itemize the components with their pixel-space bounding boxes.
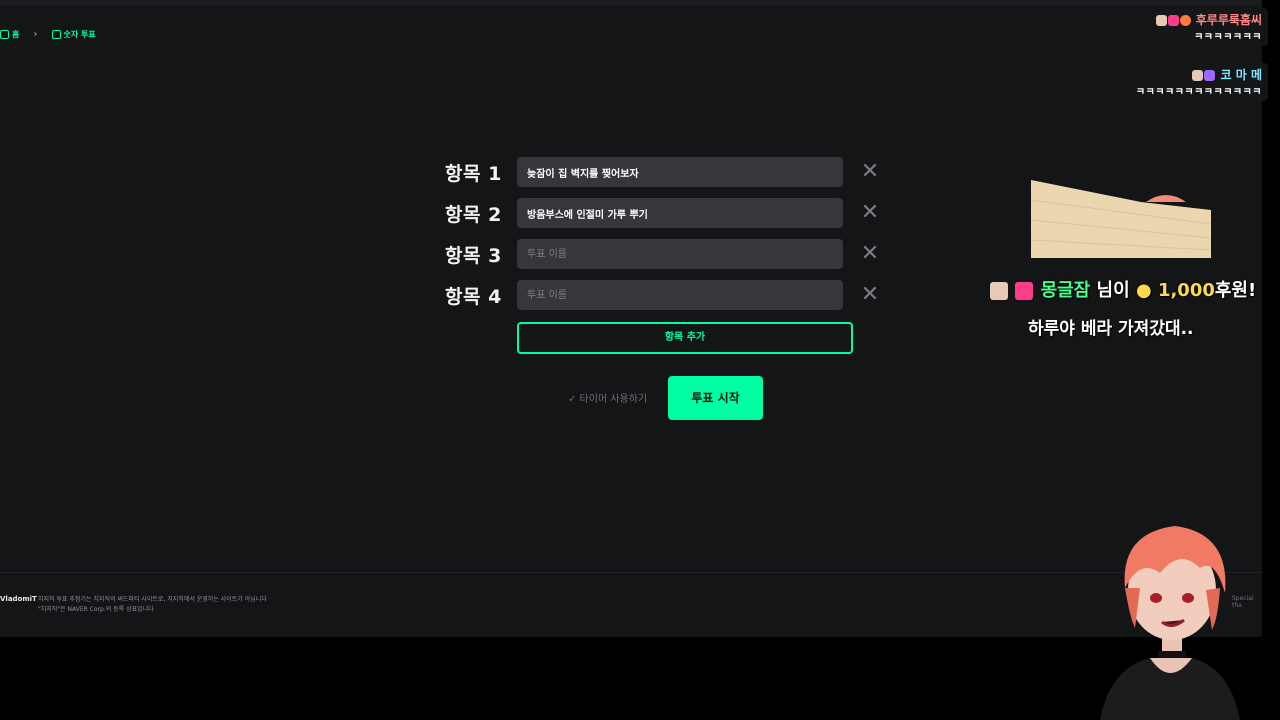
top-border bbox=[0, 0, 1262, 5]
chat-text: ㅋㅋㅋㅋㅋㅋㅋ bbox=[1194, 32, 1262, 43]
add-item-button[interactable]: 항목 추가 bbox=[517, 322, 853, 354]
chat-nick-text: 코 마 메 bbox=[1220, 68, 1262, 82]
timer-checkbox[interactable]: ✓ 타이머 사용하기 bbox=[568, 390, 647, 405]
donation-amount: 1,000 bbox=[1157, 280, 1215, 301]
chat-nick: 후루루룩홈씨 bbox=[1155, 11, 1262, 28]
footer-line-1: 치지직 투표 추첨기는 치지직의 써드파티 사이트로, 치지직에서 운영하는 사… bbox=[38, 596, 267, 603]
badge-icon bbox=[990, 282, 1008, 300]
chat-bubble: 후루루룩홈씨 ㅋㅋㅋㅋㅋㅋㅋ bbox=[1149, 8, 1268, 46]
start-vote-button[interactable]: 투표 시작 bbox=[668, 376, 763, 420]
heart-icon bbox=[1015, 282, 1034, 300]
breadcrumb-current-label: 숫자 투표 bbox=[63, 30, 96, 39]
donation-unit: 후원! bbox=[1214, 280, 1257, 301]
donation-suffix: 님이 bbox=[1096, 280, 1130, 301]
close-icon[interactable]: ✕ bbox=[859, 202, 881, 224]
vote-icon bbox=[51, 30, 61, 39]
close-icon[interactable]: ✕ bbox=[859, 161, 881, 183]
streamer-avatar bbox=[1100, 526, 1240, 720]
vote-item-input[interactable] bbox=[517, 198, 843, 228]
close-icon[interactable]: ✕ bbox=[859, 284, 881, 306]
breadcrumb-current[interactable]: 숫자 투표 bbox=[51, 29, 96, 40]
heart-icon bbox=[1204, 70, 1216, 81]
badge-icon bbox=[1179, 15, 1191, 26]
close-icon[interactable]: ✕ bbox=[859, 243, 881, 265]
vote-item-label: 항목 2 bbox=[445, 204, 502, 226]
vote-item-input[interactable] bbox=[517, 157, 843, 187]
home-icon bbox=[0, 30, 9, 39]
vote-item-row: 항목 2 ✕ bbox=[445, 198, 885, 228]
vote-item-input[interactable] bbox=[517, 239, 843, 269]
chat-text: ㅋㅋㅋㅋㅋㅋㅋㅋㅋㅋㅋㅋㅋ bbox=[1135, 87, 1262, 98]
footer-logo: VladomiT bbox=[0, 595, 37, 603]
vote-item-input[interactable] bbox=[517, 280, 843, 310]
heart-icon bbox=[1167, 15, 1179, 26]
donation-message: 하루야 베라 가져갔대.. bbox=[1028, 319, 1194, 339]
breadcrumb-home[interactable]: 홈 bbox=[0, 29, 19, 40]
donor-name: 몽글잠 bbox=[1040, 280, 1091, 301]
footer-disclaimer: 치지직 투표 추첨기는 치지직의 써드파티 사이트로, 치지직에서 운영하는 사… bbox=[38, 595, 267, 615]
vote-item-row: 항목 4 ✕ bbox=[445, 280, 885, 310]
vote-item-label: 항목 3 bbox=[445, 245, 502, 267]
chat-nick: 코 마 메 bbox=[1136, 66, 1262, 83]
donation-alert: 몽글잠 님이 ● 1,000후원! bbox=[990, 276, 1256, 302]
badge-icon bbox=[1192, 70, 1204, 81]
footer-divider bbox=[0, 572, 1262, 573]
vote-item-label: 항목 1 bbox=[445, 163, 502, 185]
donation-image bbox=[1031, 180, 1211, 258]
cheese-icon: ● bbox=[1135, 280, 1152, 301]
chat-bubble: 코 마 메 ㅋㅋㅋㅋㅋㅋㅋㅋㅋㅋㅋㅋㅋ bbox=[1129, 63, 1268, 101]
chevron-right-icon: › bbox=[33, 29, 38, 40]
breadcrumb: 홈 › 숫자 투표 bbox=[0, 29, 96, 40]
vote-item-label: 항목 4 bbox=[445, 286, 502, 308]
chat-nick-text: 후루루룩홈씨 bbox=[1195, 13, 1262, 27]
breadcrumb-home-label: 홈 bbox=[12, 30, 20, 39]
vote-item-row: 항목 3 ✕ bbox=[445, 239, 885, 269]
chat-message: 후루루룩홈씨 ㅋㅋㅋㅋㅋㅋㅋ bbox=[1149, 8, 1268, 46]
vote-item-row: 항목 1 ✕ bbox=[445, 157, 885, 187]
chat-message: 코 마 메 ㅋㅋㅋㅋㅋㅋㅋㅋㅋㅋㅋㅋㅋ bbox=[1129, 63, 1268, 101]
badge-icon bbox=[1155, 15, 1167, 26]
footer-line-2: "치지직"은 NAVER Corp.의 등록 상표입니다 bbox=[38, 606, 154, 613]
